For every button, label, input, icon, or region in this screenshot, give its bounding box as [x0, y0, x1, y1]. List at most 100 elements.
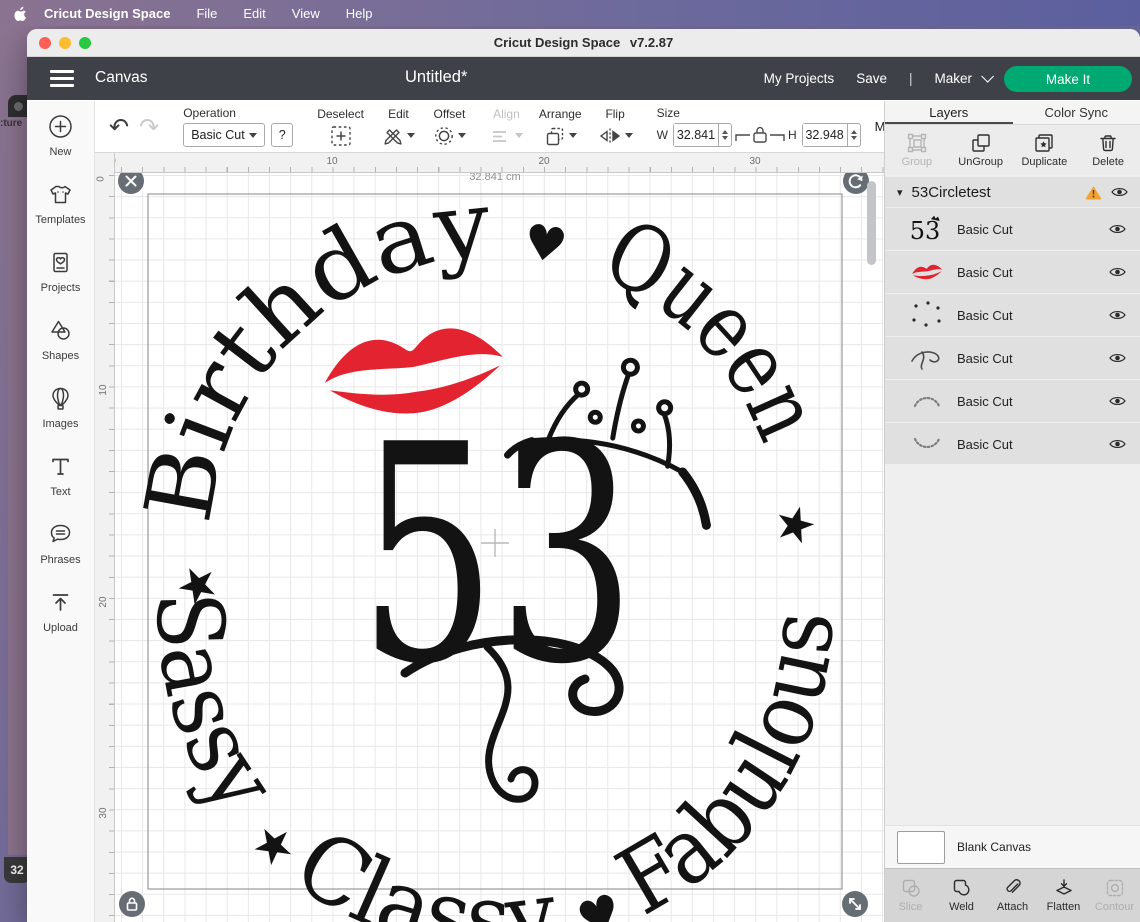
layer-thumbnail-arc-text-bottom — [907, 428, 947, 460]
resize-handle[interactable] — [842, 891, 868, 917]
undo-button[interactable]: ↶ — [109, 117, 129, 137]
layer-row-lips[interactable]: Basic Cut — [885, 250, 1140, 293]
menu-file[interactable]: File — [196, 6, 217, 21]
arrange-button[interactable]: Arrange — [539, 107, 582, 147]
design-artwork-53-circle[interactable]: ★ Birthday ♥ Queen ★ Sassy ★ Classy ♥ Fa… — [125, 170, 855, 922]
sidebar-item-images[interactable]: Images — [42, 385, 78, 430]
project-card-icon — [47, 249, 74, 276]
duplicate-button[interactable]: Duplicate — [1013, 133, 1077, 168]
layer-row-53[interactable]: 53 Basic Cut — [885, 207, 1140, 250]
canvas-scrollbar[interactable] — [867, 181, 876, 265]
layer-list: ▾ 53Circletest 53 Basic Cut — [885, 177, 1140, 464]
canvas-color-swatch[interactable] — [897, 831, 945, 864]
blank-canvas-label: Blank Canvas — [957, 840, 1031, 854]
flip-icon — [598, 125, 622, 147]
group-visibility-eye-icon[interactable] — [1111, 186, 1128, 198]
background-window-titlebar — [8, 95, 27, 117]
warning-icon[interactable] — [1085, 185, 1102, 200]
attach-button[interactable]: Attach — [987, 878, 1038, 913]
dropdown-arrow-icon — [249, 133, 257, 138]
operation-help-button[interactable]: ? — [271, 123, 293, 147]
sidebar-item-upload[interactable]: Upload — [43, 589, 78, 634]
window-titlebar: Cricut Design Space v7.2.87 — [27, 29, 1140, 57]
my-projects-link[interactable]: My Projects — [764, 71, 835, 86]
layer-visibility-eye-icon[interactable] — [1109, 438, 1126, 450]
layer-visibility-eye-icon[interactable] — [1109, 352, 1126, 364]
layer-visibility-eye-icon[interactable] — [1109, 395, 1126, 407]
menu-view[interactable]: View — [292, 6, 320, 21]
edit-label: Edit — [388, 107, 409, 121]
align-button-disabled: Align — [490, 107, 523, 147]
sidebar-item-templates[interactable]: Templates — [35, 181, 85, 226]
menu-help[interactable]: Help — [346, 6, 373, 21]
tab-layers[interactable]: Layers — [885, 101, 1013, 124]
lock-handle[interactable] — [119, 891, 145, 917]
sidebar-item-text[interactable]: Text — [47, 453, 74, 498]
group-button-disabled: Group — [885, 133, 949, 168]
tab-color-sync[interactable]: Color Sync — [1013, 101, 1140, 124]
contour-button-disabled: Contour — [1089, 878, 1140, 913]
height-stepper[interactable] — [847, 124, 860, 146]
document-title[interactable]: Untitled* — [405, 68, 467, 87]
sidebar-item-projects[interactable]: Projects — [41, 249, 81, 294]
layer-label: Basic Cut — [957, 394, 1099, 409]
machine-selector[interactable]: Maker — [934, 71, 990, 86]
sidebar-label: Phrases — [40, 554, 80, 566]
arc-word-classy: Classy — [277, 809, 561, 922]
height-input[interactable] — [803, 124, 847, 146]
sidebar-label: Images — [42, 418, 78, 430]
menu-edit[interactable]: Edit — [243, 6, 265, 21]
flip-button[interactable]: Flip — [598, 107, 633, 147]
layer-row-arc-text-top[interactable]: Basic Cut — [885, 379, 1140, 422]
sidebar-item-new[interactable]: New — [47, 113, 74, 158]
edit-toolbar: ↶ ↷ Operation Basic Cut ? Deselect — [95, 101, 884, 153]
width-stepper[interactable] — [718, 124, 731, 146]
ungroup-label: UnGroup — [958, 156, 1003, 168]
layer-row-dots[interactable]: Basic Cut — [885, 293, 1140, 336]
redo-button[interactable]: ↷ — [139, 117, 159, 137]
dropdown-arrow-icon — [625, 133, 633, 138]
dropdown-arrow-icon — [569, 133, 577, 138]
duplicate-icon — [1034, 133, 1054, 153]
layer-row-arc-text-bottom[interactable]: Basic Cut — [885, 422, 1140, 465]
layer-visibility-eye-icon[interactable] — [1109, 223, 1126, 235]
save-link[interactable]: Save — [856, 71, 887, 86]
operation-label: Operation — [183, 106, 293, 120]
operation-dropdown[interactable]: Basic Cut — [183, 123, 265, 147]
apple-logo-icon[interactable] — [12, 5, 28, 21]
app-window: Cricut Design Space v7.2.87 Canvas Untit… — [27, 29, 1140, 922]
layer-row-flourish[interactable]: Basic Cut — [885, 336, 1140, 379]
hamburger-menu-icon[interactable] — [50, 70, 74, 87]
offset-button[interactable]: Offset — [433, 107, 466, 147]
offset-label: Offset — [434, 107, 466, 121]
disclosure-triangle-icon[interactable]: ▾ — [897, 186, 903, 199]
delete-button[interactable]: Delete — [1076, 133, 1140, 168]
number-53-text: 53 — [358, 381, 636, 730]
delete-label: Delete — [1092, 156, 1124, 168]
flatten-button[interactable]: Flatten — [1038, 878, 1089, 913]
weld-button[interactable]: Weld — [936, 878, 987, 913]
deselect-label: Deselect — [317, 107, 364, 121]
width-input[interactable] — [674, 124, 718, 146]
edit-menu-button[interactable]: Edit — [382, 107, 415, 147]
layer-group-header[interactable]: ▾ 53Circletest — [885, 177, 1140, 207]
menubar-app-name[interactable]: Cricut Design Space — [44, 6, 170, 21]
canvas-nav-label[interactable]: Canvas — [95, 69, 148, 87]
size-lock-icon[interactable] — [735, 124, 785, 146]
sidebar-item-shapes[interactable]: Shapes — [42, 317, 79, 362]
sidebar-item-phrases[interactable]: Phrases — [40, 521, 80, 566]
layer-thumbnail-red-lips — [907, 256, 947, 288]
contour-label: Contour — [1095, 901, 1134, 913]
layer-visibility-eye-icon[interactable] — [1109, 266, 1126, 278]
background-window-edge: :ture 32 — [8, 95, 27, 855]
make-it-button[interactable]: Make It — [1004, 66, 1132, 92]
deselect-button[interactable]: Deselect — [317, 107, 364, 147]
layer-visibility-eye-icon[interactable] — [1109, 309, 1126, 321]
ungroup-button[interactable]: UnGroup — [949, 133, 1013, 168]
ruler-number: 20 — [98, 596, 109, 607]
tshirt-icon — [47, 181, 74, 208]
design-canvas[interactable]: 32.841 cm ★ Birthday ♥ Queen ★ Sassy ★ C… — [95, 153, 884, 922]
ruler-number: 30 — [749, 156, 760, 167]
attach-paperclip-icon — [1003, 878, 1023, 898]
canvas-artwork-overlay: 32.841 cm ★ Birthday ♥ Queen ★ Sassy ★ C… — [95, 153, 884, 922]
